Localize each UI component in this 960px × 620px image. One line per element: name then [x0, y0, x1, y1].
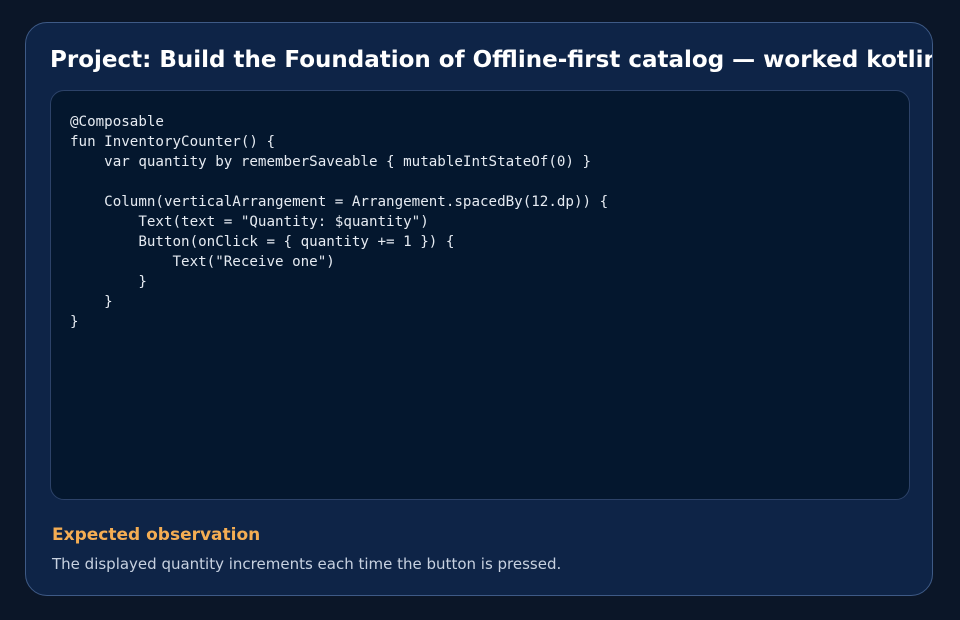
page: { "card": { "title": "Project: Build the…: [0, 0, 960, 620]
card-title: Project: Build the Foundation of Offline…: [50, 47, 933, 73]
code-text[interactable]: @Composable fun InventoryCounter() { var…: [70, 112, 608, 332]
example-card: Project: Build the Foundation of Offline…: [25, 22, 933, 596]
observation-text: The displayed quantity increments each t…: [52, 555, 562, 573]
observation-heading: Expected observation: [52, 525, 261, 545]
code-block[interactable]: @Composable fun InventoryCounter() { var…: [50, 90, 910, 500]
